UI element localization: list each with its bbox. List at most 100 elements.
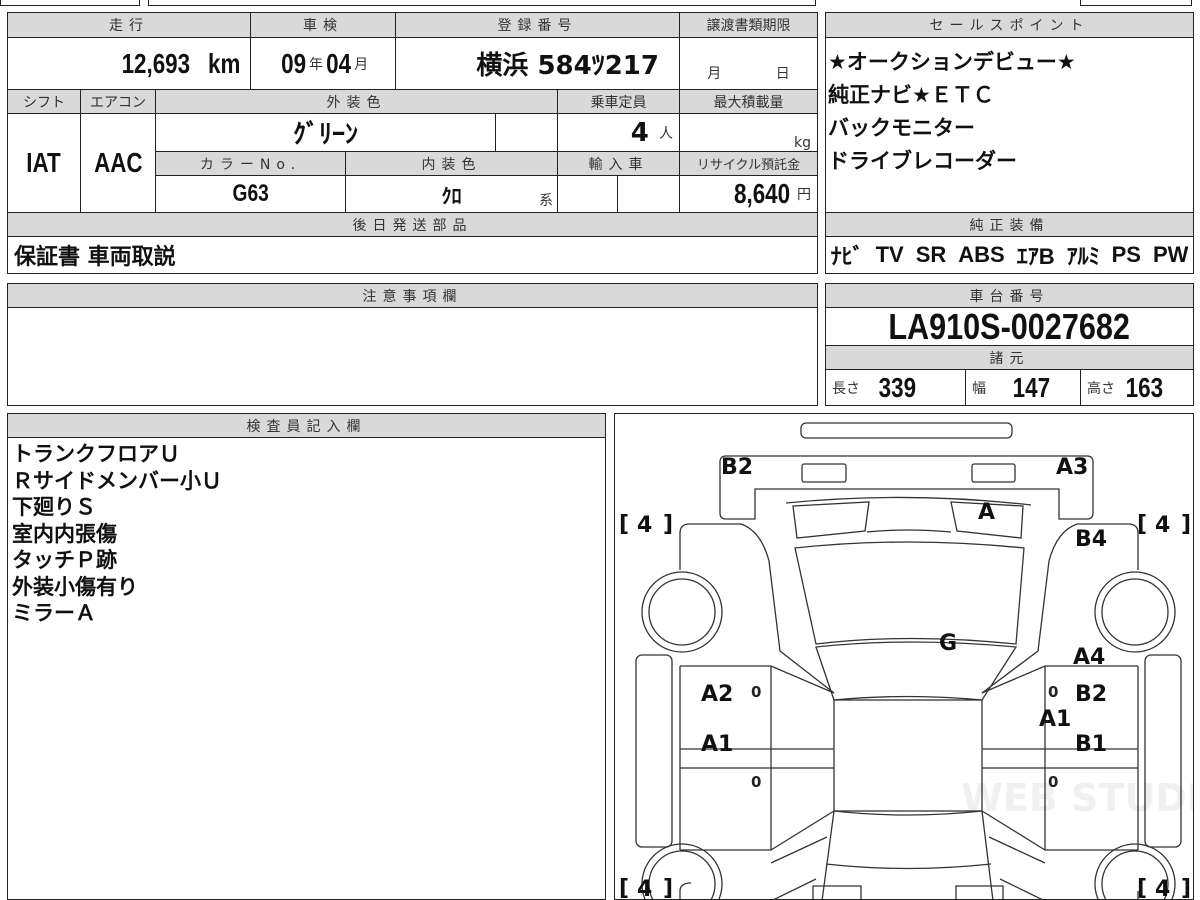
zero-mark: 0 — [751, 683, 761, 701]
mileage-value: 12,693 km — [7, 37, 251, 90]
dims-label: 諸元 — [825, 345, 1194, 370]
front-bumper — [679, 882, 1139, 899]
zero-mark: 0 — [1048, 773, 1058, 791]
notes-label: 注意事項欄 — [7, 283, 818, 308]
ac-label: エアコン — [80, 89, 156, 114]
shaken-value: 09 年 04 月 — [250, 37, 396, 90]
capacity-label: 乗車定員 — [557, 89, 680, 114]
ext-color-extra — [495, 113, 558, 152]
inspector-note: ミラーＡ — [12, 601, 96, 625]
recycle-value: 8,640 円 — [679, 175, 818, 213]
sales-points-list: ★オークションデビュー★ 純正ナビ★ＥＴＣ バックモニタードライブレコーダー — [828, 46, 1076, 178]
tail-lamp-left — [801, 463, 847, 483]
max-load-value: kg — [679, 113, 818, 152]
ac-value: AAC — [80, 113, 156, 213]
color-no-label: カラーNo. — [155, 151, 346, 176]
import-label: 輸入車 — [557, 151, 680, 176]
damage-mark: B4 — [1075, 527, 1107, 552]
tire-tread: 4 — [1155, 513, 1170, 538]
inspector-note: 下廻りＳ — [12, 495, 96, 519]
damage-mark: A — [978, 500, 995, 525]
equipment-item: ｴｱB — [1016, 244, 1055, 269]
damage-mark: A2 — [701, 682, 733, 707]
shift-label: シフト — [7, 89, 81, 114]
tire-tread: 4 — [1155, 877, 1170, 900]
damage-mark: A1 — [1039, 707, 1071, 732]
equipment-label: 純正装備 — [825, 212, 1194, 237]
roof — [833, 699, 983, 812]
inspector-note: Ｒサイドメンバー小Ｕ — [12, 468, 222, 493]
capacity-value: 4 人 — [557, 113, 680, 152]
damage-mark: B1 — [1075, 732, 1107, 757]
rear-bumper-bar — [800, 422, 1013, 439]
damage-diagram: WEB STUDIO PRO B2 A3 A B4 G A4 A2 B2 A1 … — [614, 413, 1194, 900]
equipment-item: ABS — [958, 242, 1005, 267]
damage-mark: A3 — [1056, 455, 1088, 480]
rear-fender-left — [679, 523, 835, 694]
color-no-value: G63 — [155, 175, 346, 213]
length-cell: 長さ 339 — [825, 369, 966, 406]
sales-point: ★オークションデビュー★ — [828, 50, 1076, 74]
int-color-label: 内装色 — [345, 151, 558, 176]
sales-points-label: セールスポイント — [825, 12, 1194, 38]
damage-mark: A1 — [701, 732, 733, 757]
svg-text:]: ] — [1181, 876, 1191, 900]
transfer-deadline-label: 譲渡書類期限 — [679, 12, 818, 38]
damage-mark: B2 — [721, 455, 753, 480]
chassis-label: 車台番号 — [825, 283, 1194, 308]
recycle-label: リサイクル預託金 — [679, 151, 818, 176]
rear-panel — [719, 455, 1094, 520]
inspector-note: 室内内張傷 — [12, 521, 117, 546]
equipment-item: TV — [875, 242, 904, 267]
registration-value: 横浜 584ﾂ217 — [395, 37, 680, 90]
transfer-deadline-value: 月日 — [679, 37, 818, 90]
sales-point: バックモニター — [828, 116, 975, 140]
tail-lamp-right — [971, 463, 1016, 483]
height-cell: 高さ 163 — [1080, 369, 1194, 406]
inspector-note: タッチＰ跡 — [12, 548, 117, 572]
max-load-label: 最大積載量 — [679, 89, 818, 114]
equipment-list: ﾅﾋﾞ TV SR ABS ｴｱB ｱﾙﾐ PS PW — [825, 236, 1194, 274]
shift-value: IAT — [7, 113, 81, 213]
inspector-note: トランクフロアＵ — [12, 442, 180, 466]
tire-tread: 4 — [637, 513, 652, 538]
mileage-label: 走行 — [7, 12, 251, 38]
tire-bracket: [ — [1137, 876, 1147, 900]
equipment-item: PW — [1152, 242, 1189, 267]
tire-bracket: [ — [619, 876, 629, 900]
registration-label: 登録番号 — [395, 12, 680, 38]
shaken-label: 車検 — [250, 12, 396, 38]
notes-box — [7, 307, 818, 406]
sales-points-box: ★オークションデビュー★ 純正ナビ★ＥＴＣ バックモニタードライブレコーダー — [825, 37, 1194, 213]
equipment-item: SR — [915, 242, 947, 267]
int-color-value: ｸﾛ系 — [345, 175, 558, 213]
top-strip-cell — [1080, 0, 1192, 6]
width-cell: 幅 147 — [965, 369, 1081, 406]
damage-mark: A4 — [1073, 645, 1105, 670]
inspector-box: トランクフロアＵ Ｒサイドメンバー小Ｕ 下廻りＳ 室内内張傷 タッチＰ跡 外装小傷有り ミラ… — [7, 437, 606, 900]
sales-point: ドライブレコーダー — [828, 149, 1017, 173]
top-strip-cell — [148, 0, 816, 6]
inspector-note: 外装小傷有り — [12, 574, 138, 599]
chassis-number: LA910S-0027682 — [825, 307, 1194, 346]
parts-label: 後日発送部品 — [7, 212, 818, 237]
rear-fender-right — [981, 523, 1139, 694]
parts-value: 保証書 車両取説 — [7, 236, 818, 274]
watermark: WEB STUDIO PRO — [961, 776, 1194, 820]
svg-text:]: ] — [663, 512, 673, 537]
inspector-label: 検査員記入欄 — [7, 413, 606, 438]
import-value-1 — [557, 175, 618, 213]
import-value-2 — [617, 175, 680, 213]
svg-text:]: ] — [663, 876, 673, 900]
equipment-item: PS — [1111, 242, 1141, 267]
ext-color-label: 外装色 — [155, 89, 558, 114]
car-outline: WEB STUDIO PRO B2 A3 A B4 G A4 A2 B2 A1 … — [619, 422, 1194, 900]
damage-mark: G — [939, 631, 957, 656]
equipment-item: ｱﾙﾐ — [1066, 244, 1100, 269]
top-strip-cell — [0, 0, 140, 6]
doors-right — [981, 665, 1139, 851]
svg-text:]: ] — [1181, 512, 1191, 537]
roof-rear-window — [794, 541, 1025, 645]
inspector-notes: トランクフロアＵ Ｒサイドメンバー小Ｕ 下廻りＳ 室内内張傷 タッチＰ跡 外装小傷有り ミラ… — [12, 441, 222, 627]
sales-point: 純正ナビ★ＥＴＣ — [828, 83, 994, 107]
